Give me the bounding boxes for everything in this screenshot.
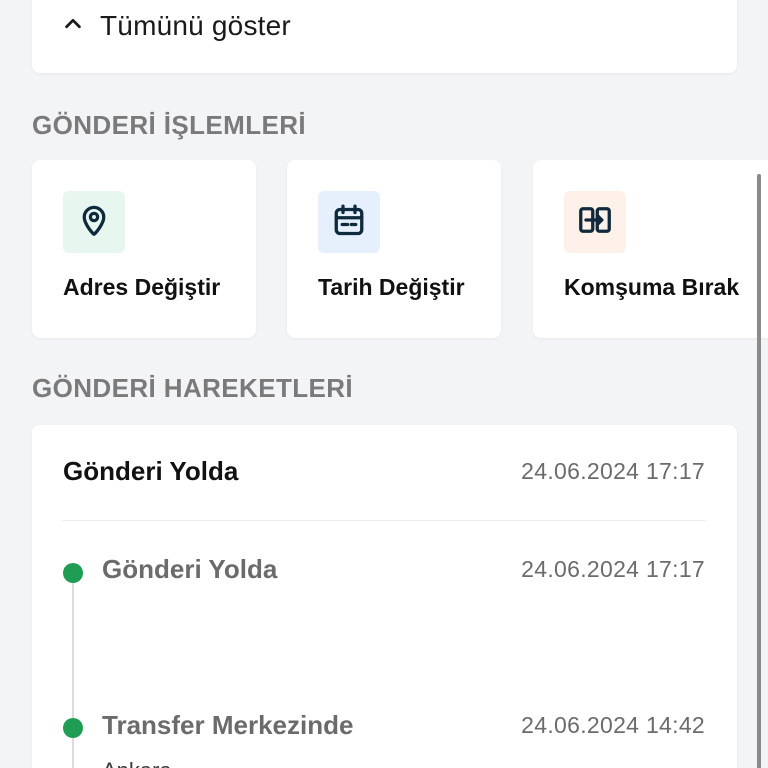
change-address-icon-box (63, 191, 125, 253)
timeline-dot-icon (63, 563, 83, 583)
show-all-label: Tümünü göster (100, 10, 291, 41)
change-date-label: Tarih Değiştir (318, 274, 465, 300)
show-all-card: Tümünü göster (32, 0, 737, 73)
divider (63, 520, 705, 521)
event-title: Gönderi Yolda (102, 554, 278, 584)
leave-to-neighbor-button[interactable]: Komşuma Bırak (533, 160, 768, 338)
show-all-toggle[interactable]: Tümünü göster (62, 10, 291, 42)
change-address-label: Adres Değiştir (63, 274, 221, 300)
event-location: Ankara (102, 758, 172, 768)
change-address-button[interactable]: Adres Değiştir (32, 160, 256, 338)
operations-section-title: GÖNDERİ İŞLEMLERİ (32, 110, 307, 140)
chevron-up-icon (62, 13, 84, 40)
movements-card: Gönderi Yolda 24.06.2024 17:17 Gönderi Y… (32, 425, 737, 768)
change-date-icon-box (318, 191, 380, 253)
shipment-detail-page: Tümünü göster GÖNDERİ İŞLEMLERİ Adres De… (0, 0, 768, 768)
leave-to-neighbor-icon-box (564, 191, 626, 253)
current-status-title: Gönderi Yolda (63, 456, 239, 486)
timeline-line (72, 573, 74, 768)
leave-to-neighbor-label: Komşuma Bırak (564, 274, 740, 300)
change-date-button[interactable]: Tarih Değiştir (287, 160, 501, 338)
current-status-date: 24.06.2024 17:17 (521, 458, 705, 484)
movements-section-title: GÖNDERİ HAREKETLERİ (32, 373, 354, 403)
timeline-dot-icon (63, 718, 83, 738)
event-date: 24.06.2024 17:17 (521, 556, 705, 582)
calendar-icon (331, 202, 367, 243)
neighbor-transfer-icon (577, 202, 613, 243)
event-title: Transfer Merkezinde (102, 710, 354, 740)
event-date: 24.06.2024 14:42 (521, 712, 705, 738)
scrollbar[interactable] (757, 174, 761, 768)
location-pin-icon (76, 202, 112, 243)
